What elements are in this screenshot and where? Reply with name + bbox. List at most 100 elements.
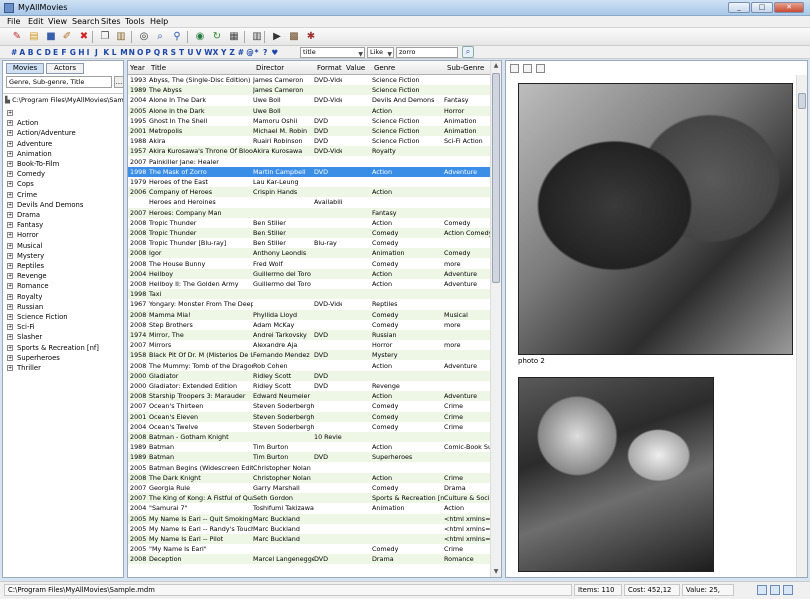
table-row[interactable]: 2000 Gladiator: Extended Edition Ridley Sc… [128, 381, 490, 391]
table-row[interactable]: 2007The King of Kong: A Fistful of Quart… [128, 493, 490, 504]
filter-icon[interactable]: ⚲ [170, 30, 184, 44]
table-row[interactable]: 2007 Painkiller Jane: Healer [128, 156, 490, 167]
alpha-filter-1[interactable]: A [19, 48, 25, 57]
table-row[interactable]: 2004 Ocean's Twelve Steven Soderbergh Comed… [128, 421, 490, 432]
tree-item[interactable]: + Science Fiction [7, 313, 68, 321]
alpha-filter-8[interactable]: H [78, 48, 84, 57]
table-row[interactable]: 2006 Company of Heroes Crispin Hands Action [128, 187, 490, 198]
tree-item[interactable]: + Thriller [7, 364, 41, 372]
table-row[interactable]: 2007 Mirrors Alexandre Aja Horror more [128, 340, 490, 351]
alpha-filter-0[interactable]: # [11, 48, 17, 57]
tree-item[interactable]: + Action/Adventure [7, 129, 76, 137]
table-row[interactable]: 2008 Deception Marcel Langenegger DVD Drama R… [128, 554, 490, 565]
tree-item[interactable]: + Musical [7, 242, 42, 250]
expand-icon[interactable]: + [7, 314, 13, 320]
table-row[interactable]: 1967 Yongary: Monster From The Deep DVD-Vi… [128, 299, 490, 310]
tree-item[interactable]: + Action [7, 119, 38, 127]
table-row[interactable]: Heroes and Heroines Availability [128, 197, 490, 208]
alpha-filter-7[interactable]: G [70, 48, 76, 57]
table-row[interactable]: 2008 Tropic Thunder Ben Stiller Action Comed… [128, 217, 490, 228]
alpha-filter-31[interactable]: ♥ [271, 48, 278, 57]
alpha-filter-11[interactable]: K [103, 48, 109, 57]
tree-item[interactable]: + Animation [7, 150, 52, 158]
col-year[interactable]: Year [130, 64, 145, 72]
expand-icon[interactable]: + [7, 365, 13, 371]
tree-item[interactable]: + Horror [7, 231, 39, 239]
alpha-filter-16[interactable]: P [145, 48, 151, 57]
table-row[interactable]: 2008 Hellboy II: The Golden Army Guillermo… [128, 279, 490, 289]
table-row[interactable]: 1974 Mirror, The Andrei Tarkovsky DVD Russia… [128, 330, 490, 340]
expand-icon[interactable]: + [7, 191, 13, 198]
table-row[interactable]: 2008 Starship Troopers 3: Marauder Edward … [128, 391, 490, 402]
table-row[interactable]: 2008Batman - Gotham Knight 10 Reviews [128, 432, 490, 442]
expand-icon[interactable]: + [7, 344, 13, 351]
col-subgenre[interactable]: Sub-Genre [447, 64, 484, 72]
table-row[interactable]: 1957 Akira Kurosawa's Throne Of Blood Akir… [128, 146, 490, 157]
col-format[interactable]: Format [317, 64, 342, 72]
filter-go-icon[interactable]: ⌕ [462, 46, 474, 58]
table-row[interactable]: 2008 Step Brothers Adam McKay Comedy more [128, 319, 490, 330]
expand-icon[interactable]: + [7, 130, 13, 137]
tree-item[interactable]: + Devils And Demons [7, 201, 83, 209]
table-row[interactable]: 2005Batman Begins (Widescreen Edition)Ch… [128, 462, 490, 473]
table-row[interactable]: 2008 Mamma Mia! Phyllida Lloyd Comedy Musica… [128, 309, 490, 320]
tree-item[interactable]: + [7, 109, 17, 117]
tree-item[interactable]: + Royalty [7, 293, 42, 301]
expand-icon[interactable]: + [7, 150, 13, 157]
menu-file[interactable]: File [7, 17, 20, 26]
view-mode-1-icon[interactable] [510, 64, 519, 73]
search-icon[interactable]: ⌕ [153, 30, 167, 44]
grouping-options-button[interactable]: ... [114, 76, 124, 88]
menu-help[interactable]: Help [150, 17, 168, 26]
menu-search[interactable]: Search [72, 17, 99, 26]
globe-icon[interactable]: ◉ [193, 30, 207, 44]
tree-item[interactable]: + Revenge [7, 272, 47, 280]
table-row[interactable]: 2005 My Name Is Earl -- Pilot Marc Bucklan… [128, 534, 490, 544]
new-icon[interactable]: ✎ [10, 30, 24, 44]
alpha-filter-9[interactable]: I [87, 48, 90, 57]
table-row[interactable]: 1989Batman Tim Burton Action Comic-Book Sup… [128, 442, 490, 453]
scroll-up-icon[interactable]: ▲ [491, 61, 501, 71]
table-row[interactable]: 2000 Gladiator Ridley Scott DVD [128, 370, 490, 381]
minimize-button[interactable]: _ [728, 2, 750, 13]
tree-item[interactable]: + Fantasy [7, 221, 43, 229]
columns-icon[interactable]: ▥ [250, 30, 264, 44]
expand-icon[interactable]: + [7, 222, 13, 229]
expand-icon[interactable]: + [7, 201, 13, 208]
table-row[interactable]: 1979 Heroes of the East Lau Kar-Leung [128, 177, 490, 187]
tree-root[interactable]: ▙ C:\Program Files\MyAllMovies\Sample.md… [5, 96, 123, 104]
alpha-filter-4[interactable]: D [45, 48, 51, 57]
table-row[interactable]: 2007 Georgia Rule Garry Marshall Comedy Dram… [128, 483, 490, 493]
expand-icon[interactable]: + [7, 140, 13, 147]
table-row[interactable]: 2004 "Samurai 7" Toshifumi Takizawa Animati… [128, 503, 490, 514]
col-genre[interactable]: Genre [374, 64, 395, 72]
table-row[interactable]: 2007 Heroes: Company Man Fantasy [128, 207, 490, 218]
table-row[interactable]: 2008 The House Bunny Fred Wolf Comedy more [128, 258, 490, 269]
expand-icon[interactable]: + [7, 242, 13, 249]
alpha-filter-6[interactable]: F [61, 48, 66, 57]
alpha-filter-20[interactable]: T [179, 48, 184, 57]
alpha-filter-18[interactable]: R [162, 48, 168, 57]
refresh-icon[interactable]: ↻ [210, 30, 224, 44]
alpha-filter-14[interactable]: N [129, 48, 135, 57]
filter-operator-select[interactable]: Like ▼ [367, 47, 394, 58]
view-mode-2-icon[interactable] [523, 64, 532, 73]
close-button[interactable]: ✕ [774, 2, 804, 13]
expand-icon[interactable]: + [7, 273, 13, 280]
alpha-filter-2[interactable]: B [28, 48, 34, 57]
table-row[interactable]: 2008 Tropic Thunder Ben Stiller Comedy Actio… [128, 228, 490, 238]
tree-item[interactable]: + Cops [7, 180, 34, 188]
tree-item[interactable]: + Adventure [7, 140, 52, 148]
scroll-thumb[interactable] [492, 73, 500, 283]
table-row[interactable]: 2005My Name Is Earl -- Randy's Touchdown… [128, 523, 490, 534]
layout-icon[interactable]: ▦ [227, 30, 241, 44]
preview-scroll-thumb[interactable] [798, 93, 806, 109]
grid-scrollbar[interactable]: ▲ ▼ [490, 61, 501, 577]
col-value[interactable]: Value [346, 64, 365, 72]
alpha-filter-12[interactable]: L [112, 48, 117, 57]
table-row[interactable]: 2004Alone In The Dark Uwe Boll DVD-Video De… [128, 95, 490, 106]
save-icon[interactable]: ■ [44, 30, 58, 44]
binoculars-icon[interactable]: ◎ [137, 30, 151, 44]
table-row[interactable]: 1988 Akira Ruairi Robinson DVD Science Ficti… [128, 136, 490, 147]
tools-icon[interactable]: ✱ [304, 30, 318, 44]
